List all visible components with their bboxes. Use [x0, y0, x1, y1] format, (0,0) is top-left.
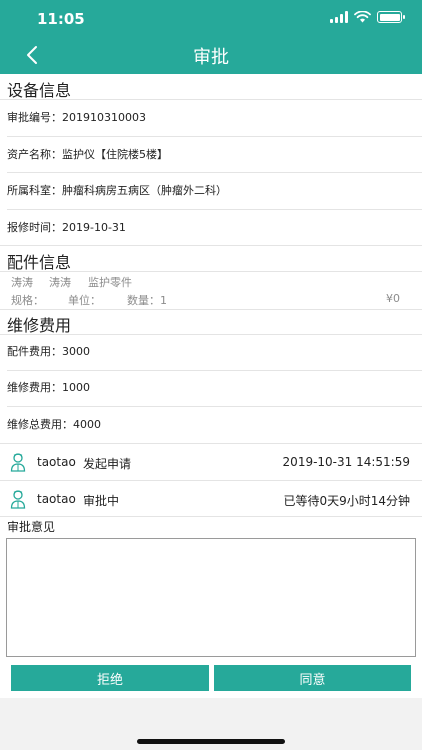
divider [7, 172, 422, 173]
divider [0, 245, 422, 246]
approval-no-value: 201910310003 [62, 111, 146, 124]
status-icons [330, 11, 405, 23]
approve-button[interactable]: 同意 [214, 665, 411, 691]
part-qty-label: 数量： [127, 294, 160, 307]
approver-name: taotao [37, 455, 76, 469]
dept-value: 肿瘤科病房五病区（肿瘤外二科） [62, 184, 227, 197]
row-repair-fee: 维修费用：1000 [0, 379, 422, 395]
total-fee-label: 维修总费用： [7, 418, 73, 431]
row-approval-no: 审批编号：201910310003 [0, 109, 422, 125]
part-qty-value: 1 [160, 294, 167, 307]
approver-name: taotao [37, 492, 76, 506]
section-title-parts: 配件信息 [7, 253, 72, 272]
divider [0, 334, 422, 335]
home-indicator[interactable] [137, 739, 285, 744]
part-price: ¥0 [386, 292, 400, 305]
repair-fee-value: 1000 [62, 381, 90, 394]
page-title: 审批 [193, 47, 229, 68]
battery-icon [377, 11, 405, 23]
parts-fee-label: 配件费用： [7, 345, 62, 358]
part-name-2: 涛涛 [49, 276, 71, 289]
asset-label: 资产名称： [7, 148, 62, 161]
report-time-label: 报修时间： [7, 221, 62, 234]
row-parts-fee: 配件费用：3000 [0, 343, 422, 359]
divider [7, 136, 422, 137]
section-title-device: 设备信息 [7, 81, 72, 100]
part-spec-label: 规格： [11, 294, 44, 307]
approval-no-label: 审批编号： [7, 111, 62, 124]
cellular-signal-icon [330, 11, 348, 23]
report-time-value: 2019-10-31 [62, 221, 126, 234]
approval-step-2: taotao 审批中 已等待0天9小时14分钟 [0, 481, 422, 517]
row-report-time: 报修时间：2019-10-31 [0, 219, 422, 235]
repair-fee-label: 维修费用： [7, 381, 62, 394]
row-total-fee: 维修总费用：4000 [0, 416, 422, 432]
status-time: 11:05 [37, 10, 85, 28]
user-avatar-icon [10, 453, 26, 472]
approval-action: 发起申请 [83, 457, 132, 471]
part-name-3: 监护零件 [88, 276, 132, 289]
part-name-1: 涛涛 [11, 276, 33, 289]
approval-step-1: taotao 发起申请 2019-10-31 14:51:59 [0, 444, 422, 480]
asset-value: 监护仪【住院楼5楼】 [62, 148, 168, 161]
reject-button[interactable]: 拒绝 [11, 665, 209, 691]
divider [7, 370, 422, 371]
wifi-icon [354, 11, 371, 23]
part-qty: 数量：1 [127, 292, 167, 308]
status-bar: 11:05 [0, 0, 422, 36]
user-avatar-icon [10, 490, 26, 509]
divider [7, 209, 422, 210]
approval-action: 审批中 [83, 494, 120, 508]
part-unit-label: 单位： [68, 294, 101, 307]
nav-bar: 审批 [0, 36, 422, 74]
row-dept: 所属科室：肿瘤科病房五病区（肿瘤外二科） [0, 182, 422, 198]
opinion-label: 审批意见 [7, 520, 56, 534]
divider [7, 406, 422, 407]
divider [0, 516, 422, 517]
divider [0, 309, 422, 310]
divider [0, 271, 422, 272]
row-asset: 资产名称：监护仪【住院楼5楼】 [0, 146, 422, 162]
opinion-input[interactable] [6, 538, 416, 657]
approval-timestamp: 2019-10-31 14:51:59 [282, 455, 410, 469]
section-title-cost: 维修费用 [7, 316, 72, 335]
total-fee-value: 4000 [73, 418, 101, 431]
waiting-duration: 已等待0天9小时14分钟 [283, 494, 410, 508]
divider [0, 99, 422, 100]
dept-label: 所属科室： [7, 184, 62, 197]
parts-fee-value: 3000 [62, 345, 90, 358]
